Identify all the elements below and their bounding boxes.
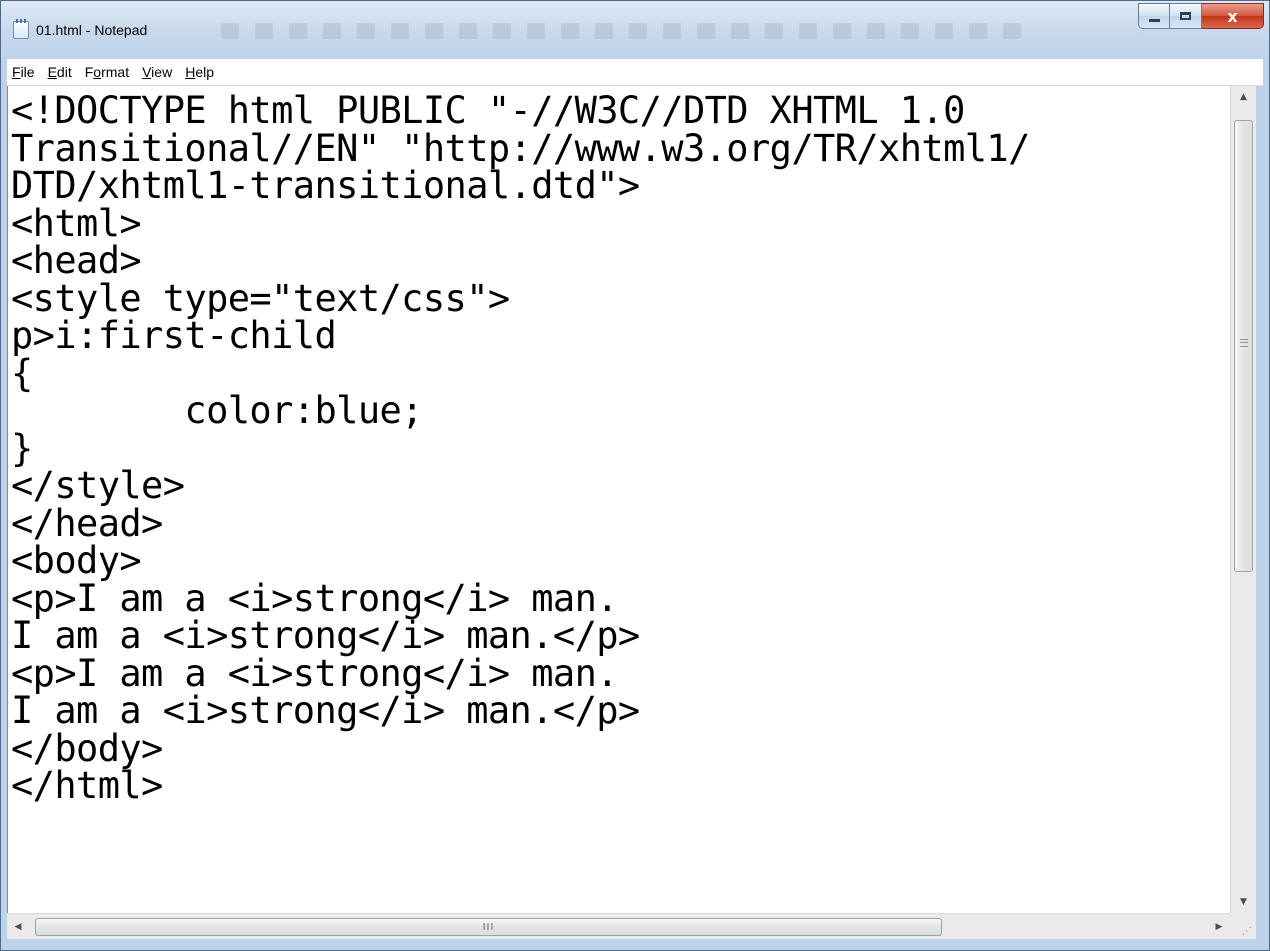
menu-file[interactable]: File	[7, 59, 43, 85]
grip-icon: III	[482, 921, 495, 933]
notepad-window: 01.html - Notepad x File Edit Format Vie…	[0, 0, 1270, 951]
menu-view-accesskey: V	[142, 64, 152, 80]
menu-view-label: iew	[151, 64, 173, 80]
horizontal-scrollbar[interactable]: ◀ III ▶	[7, 913, 1230, 939]
menu-format-accesskey: o	[93, 64, 102, 80]
maximize-icon	[1180, 12, 1191, 20]
scroll-up-arrow-icon[interactable]: ▲	[1231, 86, 1256, 108]
menu-format-pre: F	[84, 64, 94, 80]
scroll-down-arrow-icon[interactable]: ▼	[1231, 891, 1256, 913]
menu-bar: File Edit Format View Help	[7, 59, 1263, 86]
close-button[interactable]: x	[1202, 3, 1264, 29]
menu-help-label: elp	[195, 64, 214, 80]
document-text[interactable]: <!DOCTYPE html PUBLIC "-//W3C//DTD XHTML…	[8, 86, 1230, 805]
scroll-left-arrow-icon[interactable]: ◀	[7, 914, 29, 939]
menu-edit-accesskey: E	[47, 64, 57, 80]
window-title: 01.html - Notepad	[36, 22, 148, 38]
caption-buttons: x	[1138, 3, 1264, 29]
resize-grip-icon[interactable]	[1230, 913, 1256, 939]
maximize-button[interactable]	[1170, 3, 1202, 29]
menu-edit-label: dit	[56, 64, 72, 80]
scroll-right-arrow-icon[interactable]: ▶	[1208, 914, 1230, 939]
grip-icon	[1240, 339, 1248, 347]
background-ribbon-ghost	[221, 23, 1021, 39]
minimize-icon	[1148, 18, 1160, 22]
menu-format-label: rmat	[101, 64, 130, 80]
vertical-scroll-thumb[interactable]	[1234, 120, 1253, 572]
notepad-icon[interactable]	[13, 19, 29, 39]
close-icon: x	[1227, 6, 1238, 26]
minimize-button[interactable]	[1138, 3, 1170, 29]
menu-format[interactable]: Format	[80, 59, 137, 85]
vertical-scrollbar[interactable]: ▲ ▼	[1230, 86, 1256, 913]
menu-edit[interactable]: Edit	[43, 59, 80, 85]
text-editor-area[interactable]: <!DOCTYPE html PUBLIC "-//W3C//DTD XHTML…	[7, 86, 1230, 913]
menu-help[interactable]: Help	[180, 59, 222, 85]
menu-view[interactable]: View	[137, 59, 180, 85]
horizontal-scroll-thumb[interactable]: III	[35, 918, 942, 936]
menu-file-accesskey: F	[12, 64, 21, 80]
menu-file-label: ile	[20, 64, 35, 80]
title-bar[interactable]: 01.html - Notepad x	[1, 1, 1269, 59]
menu-help-accesskey: H	[185, 64, 196, 80]
